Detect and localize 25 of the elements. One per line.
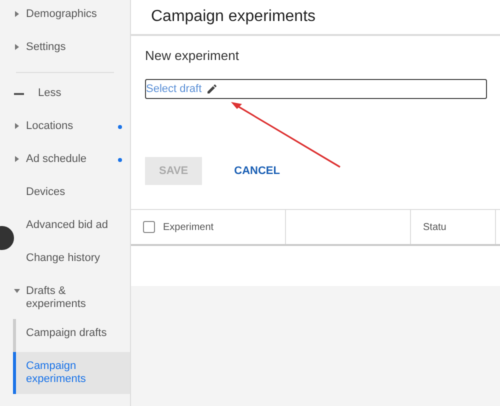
sidebar-item[interactable]: Drafts & experiments <box>14 277 130 319</box>
sidebar-item[interactable]: Campaign drafts <box>16 319 130 352</box>
sidebar-item[interactable]: Locations <box>14 112 130 145</box>
cancel-button[interactable]: CANCEL <box>220 157 294 185</box>
sidebar-item[interactable]: Devices <box>14 178 130 211</box>
triangle-icon <box>14 123 20 129</box>
checkbox[interactable] <box>143 221 155 233</box>
sidebar-item[interactable]: Change history <box>14 244 130 277</box>
sidebar-item[interactable]: Less <box>14 79 130 112</box>
triangle-icon <box>14 11 20 17</box>
column-header[interactable]: Experiment <box>163 222 214 232</box>
triangle-icon <box>14 156 20 162</box>
triangle-icon <box>14 44 20 50</box>
sidebar-item[interactable]: Settings <box>14 33 130 66</box>
sidebar-item[interactable]: Demographics <box>14 0 130 33</box>
column-header[interactable]: Statu <box>423 222 446 232</box>
minus-icon <box>14 93 24 95</box>
select-draft-field[interactable]: Select draft <box>145 79 487 99</box>
sidebar-item[interactable]: Ad schedule <box>14 145 130 178</box>
pencil-icon <box>206 83 218 95</box>
page-title: Campaign experiments <box>131 0 500 36</box>
triangle-icon <box>14 288 20 294</box>
section-title: New experiment <box>145 48 240 63</box>
sidebar-item[interactable]: Advanced bid ad <box>14 211 130 244</box>
sidebar-item[interactable]: Campaign experiments <box>16 352 130 394</box>
